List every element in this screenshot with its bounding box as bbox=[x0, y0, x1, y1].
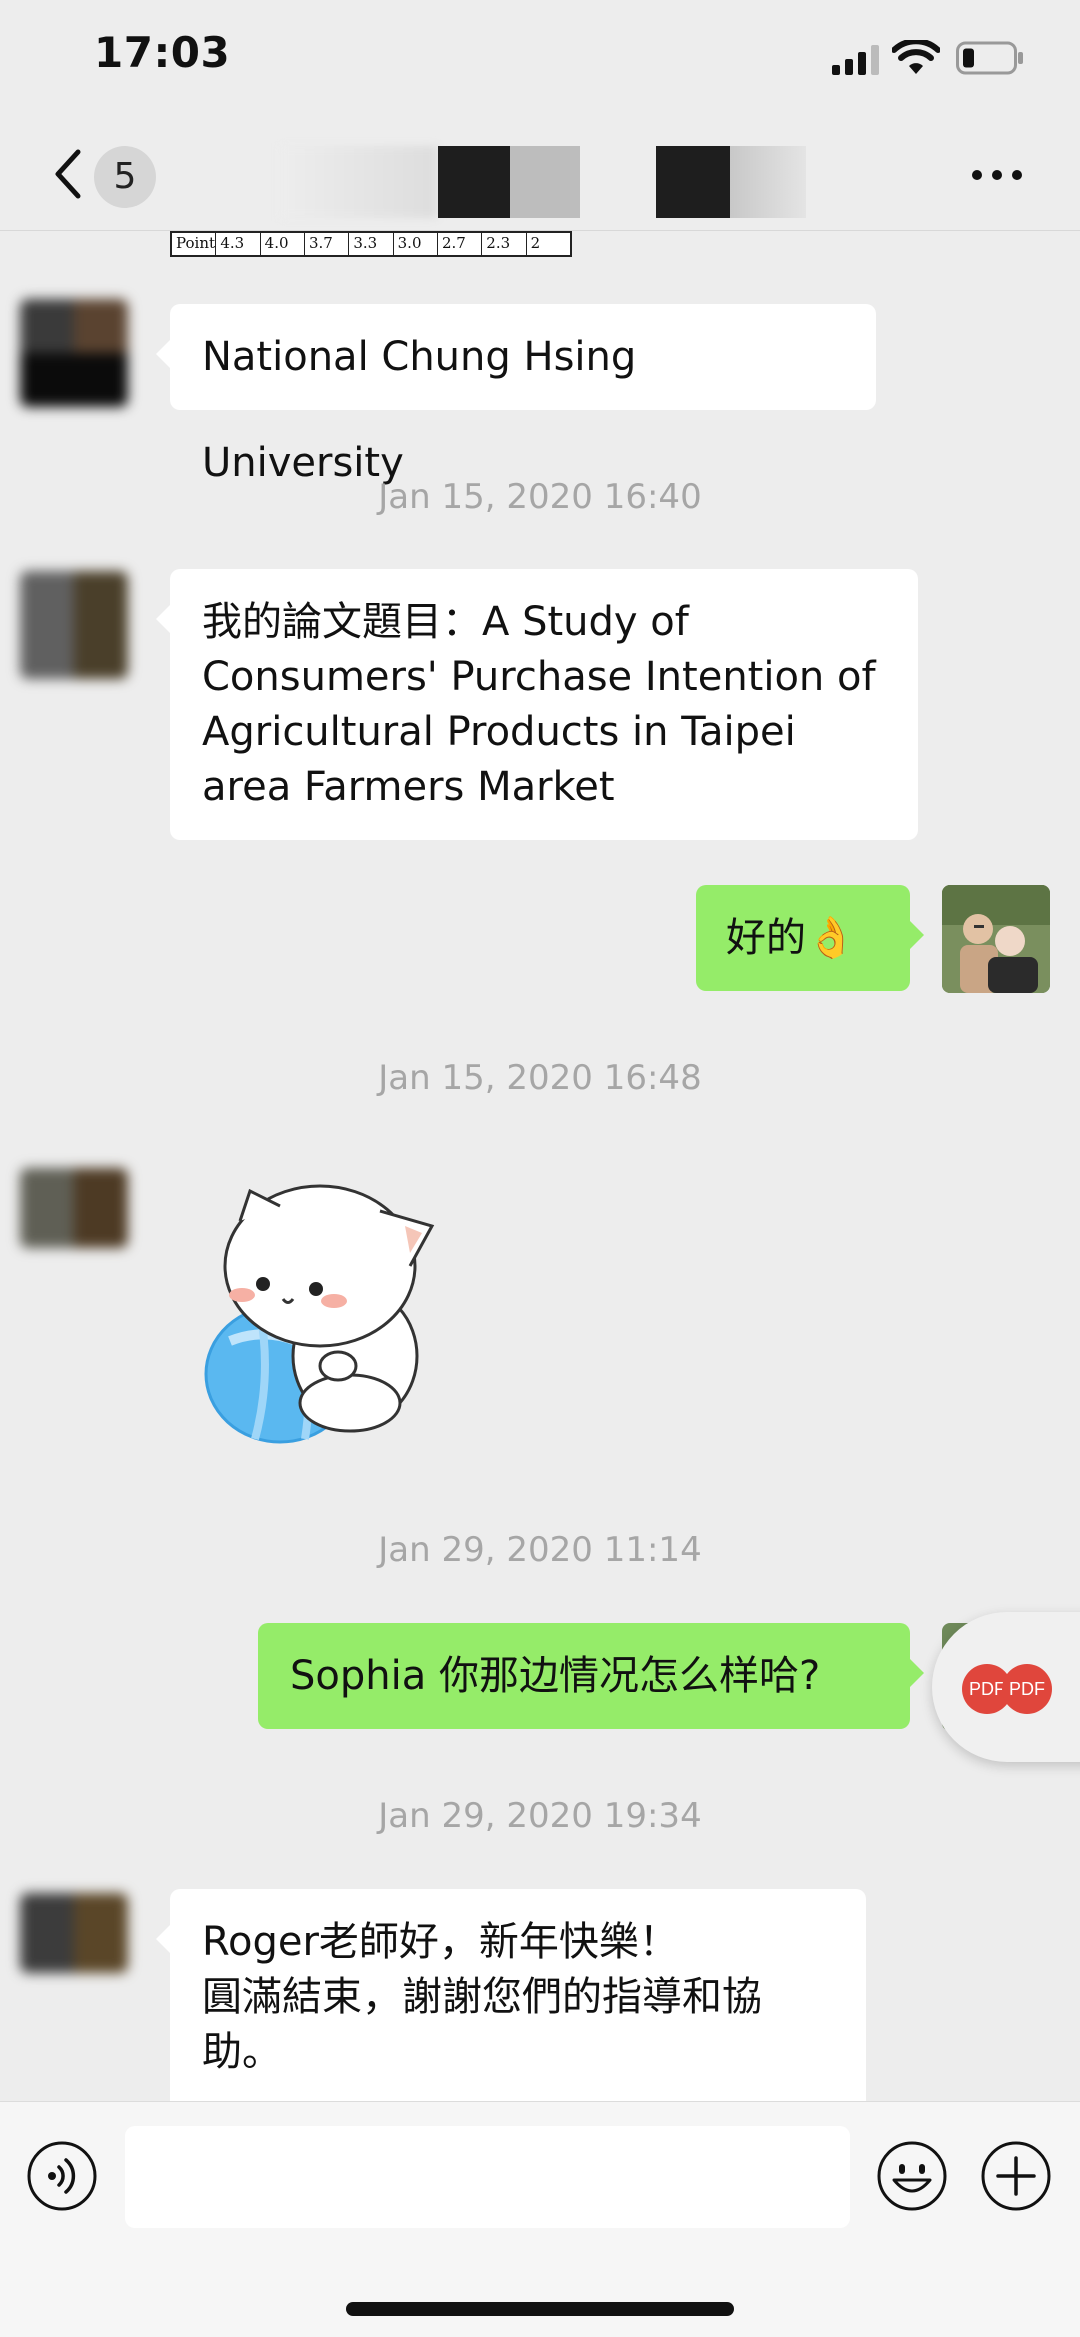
battery-icon bbox=[956, 41, 1023, 75]
more-options-icon[interactable] bbox=[970, 168, 1024, 182]
chat-title-redacted-2 bbox=[656, 146, 806, 218]
message-text-line: 圓滿結束，謝謝您們的指導和協 bbox=[202, 1974, 762, 2020]
message-text: Sophia 你那边情况怎么样哈? bbox=[290, 1653, 821, 1699]
table-cell: 2.7 bbox=[438, 233, 483, 255]
message-bubble-outgoing[interactable]: Sophia 你那边情况怎么样哈? bbox=[258, 1623, 924, 1729]
table-cell: 4.3 bbox=[216, 233, 261, 255]
message-list[interactable]: Point 4.3 4.0 3.7 3.3 3.0 2.7 2.3 2 Nati… bbox=[0, 231, 1080, 2101]
chat-header: 5 bbox=[0, 120, 1080, 231]
message-timestamp: Jan 15, 2020 16:48 bbox=[378, 1058, 702, 1098]
table-cell: 3.3 bbox=[349, 233, 394, 255]
message-text-line: area Farmers Market bbox=[202, 764, 615, 810]
home-indicator bbox=[346, 2302, 734, 2316]
message-text: National Chung Hsing University bbox=[202, 334, 637, 486]
cellular-signal-icon bbox=[832, 45, 879, 75]
back-chevron-icon[interactable] bbox=[48, 146, 88, 202]
message-text-line: Roger老師好，新年快樂！ bbox=[202, 1919, 679, 1965]
avatar-photo-icon bbox=[942, 885, 1050, 993]
unread-count-badge[interactable]: 5 bbox=[94, 146, 156, 208]
message-text-line: 我的論文題目：A Study of bbox=[202, 599, 689, 645]
floating-pdf-window[interactable]: PDF PDF bbox=[932, 1612, 1080, 1762]
message-text-line: Agricultural Products in Taipei bbox=[202, 709, 796, 755]
message-text: 好的👌 bbox=[726, 915, 856, 961]
table-cell: 3.7 bbox=[305, 233, 350, 255]
cat-sticker[interactable] bbox=[200, 1171, 480, 1451]
contact-avatar[interactable] bbox=[20, 299, 128, 407]
message-bubble-incoming[interactable]: National Chung Hsing University bbox=[156, 304, 876, 486]
message-bubble-incoming[interactable]: Roger老師好，新年快樂！ 圓滿結束，謝謝您們的指導和協 助。 bbox=[156, 1889, 866, 2101]
message-bubble-incoming[interactable]: 我的論文題目：A Study of Consumers' Purchase In… bbox=[156, 569, 918, 840]
message-text-line: Consumers' Purchase Intention of bbox=[202, 654, 876, 700]
contact-avatar[interactable] bbox=[20, 1168, 128, 1248]
message-input[interactable] bbox=[125, 2126, 850, 2228]
emoji-icon[interactable] bbox=[876, 2140, 948, 2212]
message-bubble-outgoing[interactable]: 好的👌 bbox=[696, 885, 924, 991]
voice-input-icon[interactable] bbox=[26, 2140, 98, 2212]
add-attachment-icon[interactable] bbox=[980, 2140, 1052, 2212]
my-avatar[interactable] bbox=[942, 885, 1050, 993]
status-time: 17:03 bbox=[94, 28, 231, 77]
table-cell: 3.0 bbox=[394, 233, 438, 255]
chat-title-redacted bbox=[280, 146, 580, 218]
pdf-icon: PDF bbox=[1002, 1664, 1052, 1714]
message-timestamp: Jan 29, 2020 19:34 bbox=[378, 1796, 702, 1836]
table-cell: Point bbox=[172, 233, 217, 255]
message-timestamp: Jan 15, 2020 16:40 bbox=[378, 477, 702, 517]
image-message-table-fragment[interactable]: Point 4.3 4.0 3.7 3.3 3.0 2.7 2.3 2 bbox=[170, 231, 572, 257]
table-cell: 2.3 bbox=[482, 233, 527, 255]
contact-avatar[interactable] bbox=[20, 571, 128, 679]
table-cell: 2 bbox=[530, 234, 541, 252]
status-bar: 17:03 bbox=[0, 0, 1080, 120]
table-cell: 4.0 bbox=[261, 233, 305, 255]
message-timestamp: Jan 29, 2020 11:14 bbox=[378, 1530, 702, 1570]
wifi-icon bbox=[892, 40, 940, 74]
message-text-line: 助。 bbox=[202, 2029, 282, 2075]
contact-avatar[interactable] bbox=[20, 1893, 128, 1973]
